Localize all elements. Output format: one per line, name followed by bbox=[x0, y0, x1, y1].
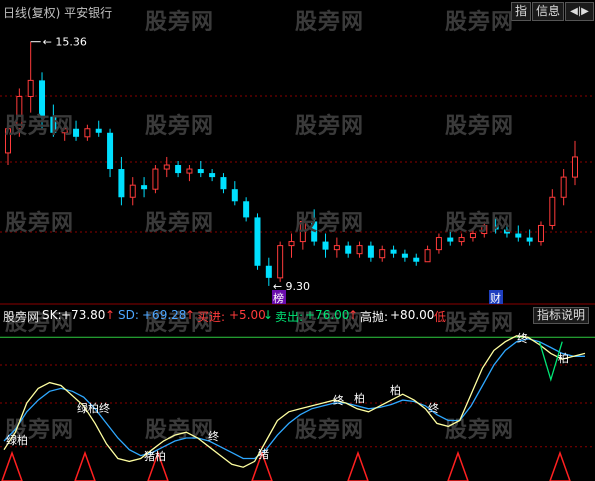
buy-signal-triangle bbox=[1, 450, 23, 481]
sd-label: SD: bbox=[118, 308, 139, 322]
candle-down bbox=[322, 241, 329, 250]
top-toolbar: 日线(复权) 平安银行 指 信息 ◀|▶ bbox=[0, 0, 595, 22]
signal-label: 终 bbox=[517, 331, 528, 345]
candle-up bbox=[379, 249, 386, 259]
candle-down bbox=[345, 245, 352, 254]
candle-up bbox=[572, 156, 578, 178]
candle-up bbox=[481, 224, 488, 235]
buy-signal-triangle bbox=[74, 450, 96, 481]
candle-down bbox=[175, 165, 182, 174]
sell-value: +76.00 bbox=[305, 308, 350, 322]
candle-up bbox=[186, 168, 193, 174]
signal-label: 柏 bbox=[354, 391, 365, 405]
tag-cai: 财 bbox=[490, 291, 501, 305]
sell-arrow-icon: ↑ bbox=[348, 308, 359, 322]
buy-signal-triangle bbox=[347, 450, 369, 481]
sd-value: +69.28 bbox=[142, 308, 187, 322]
candle-up bbox=[152, 168, 159, 190]
tag-bang: 榜 bbox=[273, 291, 284, 305]
candle-up bbox=[560, 176, 567, 198]
candle-up bbox=[288, 241, 295, 247]
high-label: 高抛: bbox=[360, 310, 389, 324]
candle-down bbox=[401, 253, 408, 258]
candle-down bbox=[231, 189, 238, 202]
info-button[interactable]: 信息 bbox=[532, 2, 564, 21]
candle-up bbox=[5, 128, 11, 154]
candle-up bbox=[84, 128, 91, 138]
sk-label: SK: bbox=[42, 308, 62, 322]
candle-up bbox=[333, 245, 340, 251]
sd-arrow-icon: ↑ bbox=[185, 308, 196, 322]
candle-up bbox=[537, 224, 544, 243]
signal-label: 柏 bbox=[390, 383, 401, 397]
sk-arrow-icon: ↑ bbox=[105, 308, 116, 322]
candlestick-chart: ← 15.36← 9.30榜财 bbox=[0, 36, 595, 305]
signal-label: 猪 bbox=[258, 448, 269, 461]
candle-down bbox=[118, 169, 125, 198]
candle-up bbox=[163, 164, 170, 170]
candle-down bbox=[492, 225, 499, 230]
candle-up bbox=[61, 128, 68, 134]
candle-down bbox=[413, 257, 420, 262]
candle-down bbox=[254, 217, 261, 266]
candle-down bbox=[197, 169, 204, 174]
candle-down bbox=[141, 185, 148, 190]
signal-label: 终 bbox=[333, 393, 344, 407]
candle-up bbox=[458, 237, 465, 243]
candle-up bbox=[356, 245, 363, 255]
signal-label: 绿柏 bbox=[6, 433, 28, 447]
candle-down bbox=[367, 245, 374, 258]
candle-down bbox=[243, 201, 250, 218]
signal-label: 终 bbox=[428, 401, 439, 415]
candle-down bbox=[107, 132, 114, 170]
high-value: +80.00 bbox=[390, 308, 435, 322]
index-button[interactable]: 指 bbox=[511, 2, 531, 21]
candle-down bbox=[50, 116, 57, 133]
buy-arrow-icon: ↓ bbox=[263, 308, 274, 322]
candle-up bbox=[549, 196, 556, 226]
candle-up bbox=[424, 249, 431, 263]
signal-label: 绿柏终 bbox=[77, 401, 110, 415]
candle-down bbox=[265, 265, 272, 278]
signal-label: 终 bbox=[208, 429, 219, 443]
candle-up bbox=[299, 220, 306, 243]
sd-line bbox=[3, 338, 585, 460]
candle-down bbox=[95, 128, 102, 133]
candle-down bbox=[515, 233, 522, 238]
buy-value: +5.00 bbox=[229, 308, 266, 322]
candle-down bbox=[311, 221, 318, 242]
low-label: 低 bbox=[434, 310, 447, 324]
signal-label: 猪柏 bbox=[144, 449, 166, 463]
candle-down bbox=[526, 237, 533, 242]
chart-title: 日线(复权) 平安银行 bbox=[3, 6, 113, 20]
buy-signal-triangle bbox=[447, 450, 469, 481]
indicator-help-button[interactable]: 指标说明 bbox=[533, 307, 590, 324]
candle-down bbox=[73, 128, 80, 137]
buy-signal-triangle bbox=[549, 450, 571, 481]
nav-arrows-button[interactable]: ◀|▶ bbox=[565, 2, 594, 21]
candle-up bbox=[27, 79, 34, 98]
sk-value: +73.80 bbox=[61, 308, 106, 322]
candle-up bbox=[469, 233, 476, 239]
indicator-header: 股旁网 SK: +73.80 ↑ SD: +69.28 ↑ 买进: +5.00 … bbox=[0, 306, 595, 324]
candle-down bbox=[220, 177, 227, 190]
candle-down bbox=[503, 229, 510, 234]
high-price-label: ← 15.36 bbox=[43, 36, 87, 49]
indicator-name: 股旁网 bbox=[3, 310, 40, 324]
candle-down bbox=[39, 80, 46, 117]
candle-down bbox=[447, 237, 454, 242]
sell-label: 卖出: bbox=[275, 310, 304, 324]
candle-up bbox=[435, 237, 442, 251]
indicator-chart: 绿柏绿柏终猪柏终猪终 柏柏终终柏 bbox=[0, 331, 595, 481]
candle-up bbox=[16, 96, 23, 130]
candle-up bbox=[277, 245, 284, 279]
candle-up bbox=[129, 184, 136, 198]
candle-down bbox=[390, 249, 397, 254]
signal-label: 柏 bbox=[558, 351, 569, 365]
candle-down bbox=[209, 173, 216, 178]
buy-label: 买进: bbox=[197, 310, 226, 324]
